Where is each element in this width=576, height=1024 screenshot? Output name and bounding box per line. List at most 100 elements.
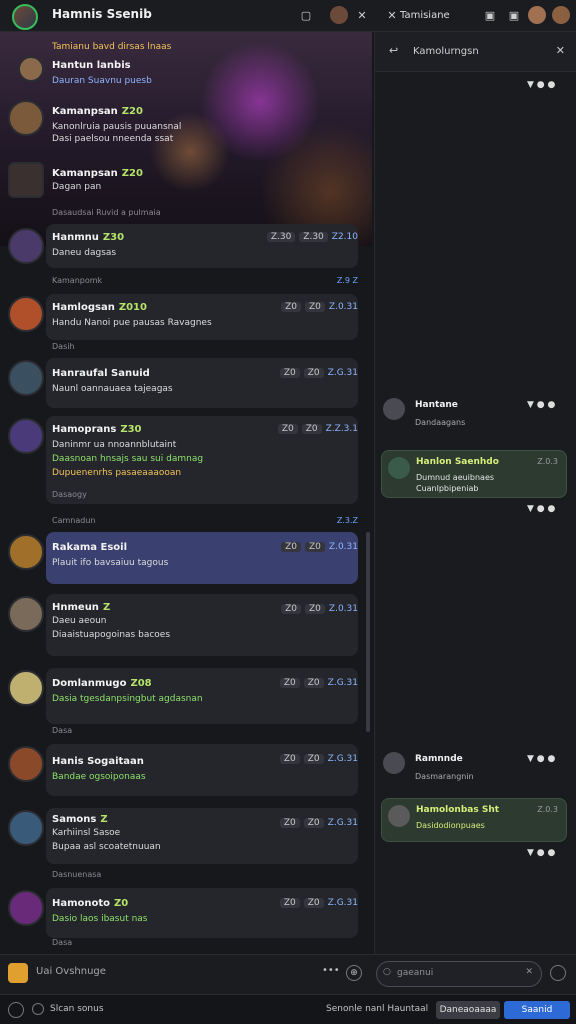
inbox-icon[interactable]: ▣ — [482, 8, 498, 24]
reaction-pill[interactable]: Z0 — [279, 898, 300, 908]
message-footer: Dasaudsai Ruvid a pulmaia — [52, 208, 161, 217]
timestamp: Z.G.31 — [327, 678, 358, 688]
avatar[interactable] — [8, 890, 44, 926]
clear-icon[interactable]: ✕ — [525, 967, 533, 977]
profile-avatar[interactable] — [528, 6, 546, 24]
status-bar: Slcan sonus Senonle nanl Hauntaal Daneao… — [0, 994, 576, 1024]
message-text: Diaaistuapogoinas bacoes — [52, 630, 171, 640]
avatar[interactable] — [8, 596, 44, 632]
avatar[interactable] — [8, 746, 44, 782]
message-footer: Dasa — [52, 938, 73, 947]
message-bubble[interactable] — [46, 294, 358, 340]
emoji-icon[interactable] — [8, 963, 28, 983]
author-name: Hanmnu — [52, 232, 99, 243]
avatar[interactable] — [8, 810, 44, 846]
avatar[interactable] — [8, 162, 44, 198]
message-text: Handu Nanoi pue pausas Ravagnes — [52, 318, 212, 328]
reaction-pill[interactable]: Z0 — [303, 754, 324, 764]
author-tag: Z — [102, 602, 111, 613]
reaction-pill[interactable]: Z0 — [305, 302, 325, 312]
reaction-icons[interactable]: ▼ ● ● — [527, 754, 555, 764]
message-text: Plauit ifo bavsaiuu tagous — [52, 558, 169, 568]
avatar[interactable] — [8, 100, 44, 136]
pin-icon[interactable]: ▢ — [298, 8, 314, 24]
reaction-pill[interactable]: Z0 — [277, 424, 298, 434]
timestamp: Z.G.31 — [327, 368, 358, 378]
timestamp: Z2.10 — [331, 232, 358, 242]
app-icon[interactable] — [8, 1002, 24, 1018]
close-icon[interactable]: ✕ — [556, 44, 565, 57]
message-bubble[interactable] — [46, 888, 358, 938]
reply-card[interactable]: Hanlon Saenhdo Dumnud aeuibnaes Cuanlpbi… — [381, 450, 567, 498]
avatar[interactable] — [8, 670, 44, 706]
reaction-pill[interactable]: Z0 — [279, 754, 300, 764]
member-avatar[interactable] — [330, 6, 348, 24]
avatar[interactable] — [383, 752, 405, 774]
reaction-pill[interactable]: Z0 — [279, 368, 300, 378]
channel-title: Hamnis Ssenib — [52, 7, 152, 21]
avatar[interactable] — [388, 805, 410, 827]
author-name: Domlanmugo — [52, 678, 127, 689]
avatar[interactable] — [8, 296, 44, 332]
reaction-pill[interactable]: Z0 — [303, 368, 324, 378]
author-tag: Z20 — [121, 168, 143, 179]
close-icon[interactable]: ✕ — [384, 8, 400, 24]
message-footer: Dasih — [52, 342, 75, 351]
user-avatar[interactable] — [12, 4, 38, 30]
message-bubble[interactable] — [46, 224, 358, 268]
avatar[interactable] — [8, 228, 44, 264]
feed-scrollbar[interactable] — [366, 532, 370, 732]
divider-label: Kamanpomk — [52, 276, 103, 285]
reaction-pill[interactable]: Z.30 — [299, 232, 328, 242]
reaction-pill[interactable]: Z0 — [281, 542, 302, 552]
message-bubble[interactable] — [46, 744, 358, 796]
settings-icon[interactable] — [550, 965, 566, 981]
profile-avatar[interactable] — [552, 6, 570, 24]
message-bubble[interactable] — [46, 358, 358, 408]
close-icon[interactable]: ✕ — [354, 8, 370, 24]
avatar[interactable] — [8, 418, 44, 454]
avatar[interactable] — [18, 56, 44, 82]
reply-card[interactable]: Hamolonbas Sht Dasidodionpuaes Z.0.3 — [381, 798, 567, 842]
status-icon — [32, 1003, 44, 1015]
reaction-pill[interactable]: Z0 — [281, 604, 302, 614]
reaction-pill[interactable]: Z0 — [303, 678, 324, 688]
avatar[interactable] — [388, 457, 410, 479]
timestamp: Z.G.31 — [327, 898, 358, 908]
reaction-icons[interactable]: ▼ ● ● — [527, 504, 555, 514]
reaction-pill[interactable]: Z.30 — [266, 232, 296, 242]
back-icon[interactable]: ↩ — [389, 44, 398, 57]
avatar[interactable] — [383, 398, 405, 420]
author-tag: Z20 — [121, 106, 143, 117]
gif-icon[interactable]: ⊕ — [346, 965, 362, 981]
reaction-icons[interactable]: ▼ ● ● — [527, 848, 555, 858]
reaction-icons[interactable]: ▼ ● ● — [527, 400, 555, 410]
message-input[interactable]: Uai Ovshnuge — [36, 966, 106, 977]
avatar[interactable] — [8, 360, 44, 396]
secondary-button[interactable]: Daneaoaaaa — [436, 1001, 500, 1019]
date-divider: Kamanpomk Z.9 Z — [52, 276, 358, 285]
author-name: Hanis Sogaitaan — [52, 756, 144, 767]
reaction-pill[interactable]: Z0 — [305, 604, 325, 614]
message-feed[interactable]: Tamianu bavd dirsas lnaas Hantun lanbis … — [0, 32, 372, 954]
thread-label[interactable]: Tamisiane — [400, 6, 450, 26]
reaction-pill[interactable]: Z0 — [281, 302, 302, 312]
primary-button[interactable]: Saanid — [504, 1001, 570, 1019]
author-name: Hamlogsan — [52, 302, 115, 313]
message-footer: Dasaogy — [52, 490, 87, 499]
author-name: Hantun lanbis — [52, 60, 131, 71]
reaction-pill[interactable]: Z0 — [303, 898, 324, 908]
avatar[interactable] — [8, 534, 44, 570]
reaction-pill[interactable]: Z0 — [279, 678, 300, 688]
author-name: Hanlon Saenhdo — [416, 457, 499, 467]
reaction-icons[interactable]: ▼ ● ● — [527, 80, 555, 90]
reaction-pill[interactable]: Z0 — [279, 818, 300, 828]
reaction-pill[interactable]: Z0 — [305, 542, 325, 552]
help-icon[interactable]: ▣ — [506, 8, 522, 24]
message-text: Dagan pan — [52, 182, 102, 192]
more-icon[interactable]: ••• — [322, 965, 340, 976]
reaction-pill[interactable]: Z0 — [301, 424, 322, 434]
thread-panel: ↩ Kamolurngsn ✕ ▼ ● ● Hantane Dandaagans… — [374, 32, 576, 954]
reaction-pill[interactable]: Z0 — [303, 818, 324, 828]
search-input[interactable]: ○ gaeanui ✕ — [376, 961, 542, 987]
